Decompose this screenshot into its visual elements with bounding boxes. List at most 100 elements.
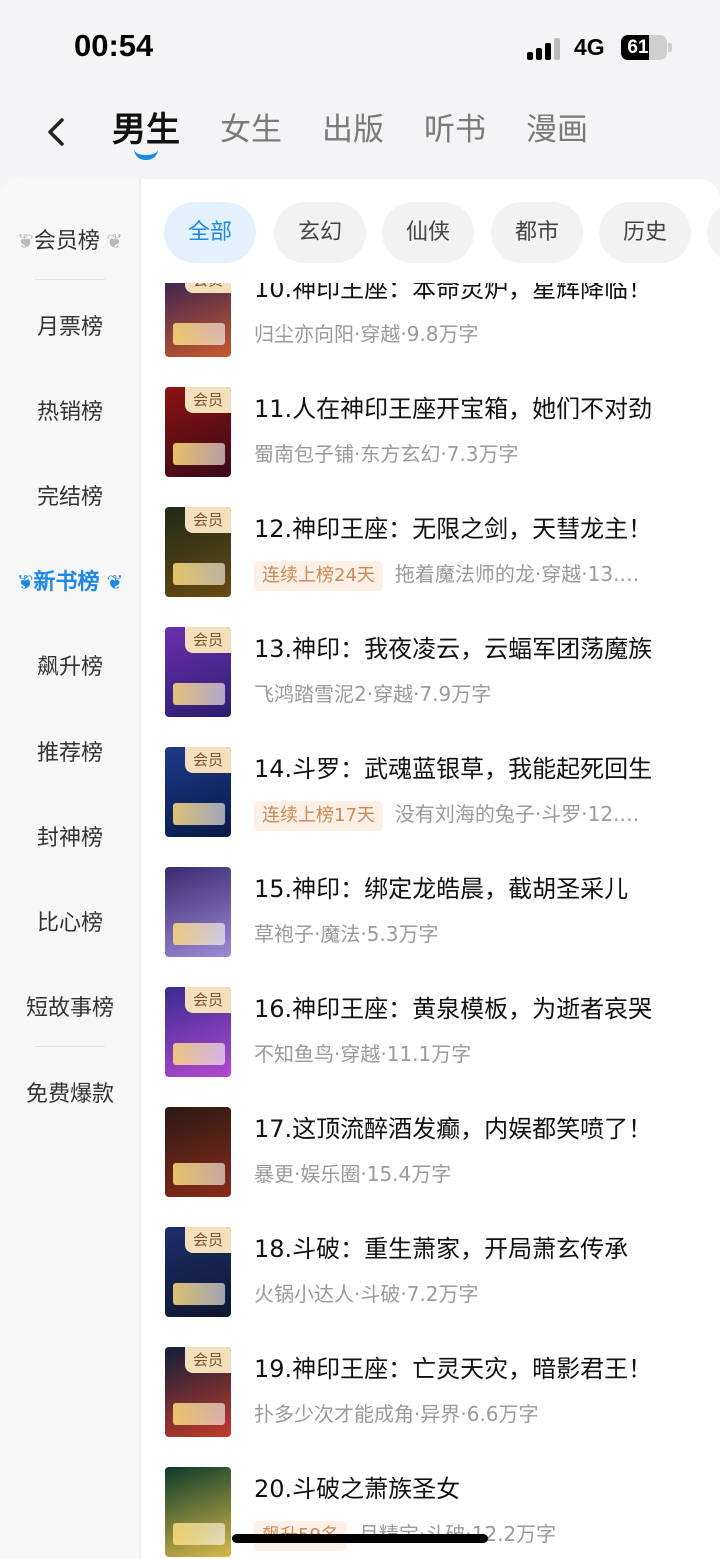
- book-cover[interactable]: [165, 1467, 231, 1557]
- member-badge: 会员: [185, 387, 231, 413]
- book-meta: 连续上榜17天 没有刘海的兔子·斗罗·12.…: [254, 798, 714, 831]
- book-cover[interactable]: 会员: [165, 387, 231, 477]
- book-meta-text: 蜀南包子铺·东方玄幻·7.3万字: [254, 442, 519, 466]
- book-item[interactable]: 会员 14.斗罗：武魂蓝银草，我能起死回生 连续上榜17天 没有刘海的兔子·斗罗·12…: [141, 747, 720, 867]
- sidebar-item-1[interactable]: 月票榜: [0, 309, 140, 341]
- book-title: 11.人在神印王座开宝箱，她们不对劲: [254, 395, 653, 423]
- sidebar-item-4[interactable]: ❦ 新书榜 ❦: [0, 564, 140, 596]
- book-item[interactable]: 会员 11.人在神印王座开宝箱，她们不对劲蜀南包子铺·东方玄幻·7.3万字: [141, 387, 720, 507]
- home-indicator[interactable]: [232, 1534, 488, 1543]
- battery-icon: 61: [621, 35, 667, 60]
- book-meta-text: 飞鸿踏雪泥2·穿越·7.9万字: [254, 682, 492, 706]
- status-time: 00:54: [74, 28, 154, 63]
- sidebar-divider: [35, 1046, 105, 1047]
- book-item[interactable]: 会员 13.神印：我夜凌云，云蝠军团荡魔族飞鸿踏雪泥2·穿越·7.9万字: [141, 627, 720, 747]
- sidebar-item-9[interactable]: 短故事榜: [0, 990, 140, 1022]
- tab-3[interactable]: 听书: [424, 108, 486, 160]
- sidebar-item-label: 推荐榜: [36, 741, 103, 766]
- sidebar-item-3[interactable]: 完结榜: [0, 479, 140, 511]
- book-meta: 扑多少次才能成角·异界·6.6万字: [254, 1398, 714, 1427]
- sidebar-item-label: 短故事榜: [25, 996, 114, 1021]
- book-cover[interactable]: 会员: [165, 627, 231, 717]
- member-badge: 会员: [185, 747, 231, 773]
- tab-0[interactable]: 男生: [112, 108, 180, 160]
- book-title: 17.这顶流醉酒发癫，内娱都笑喷了！: [254, 1115, 653, 1143]
- sidebar-item-label: 新书榜: [33, 570, 100, 595]
- cover-title-art: [173, 443, 225, 465]
- book-meta: 草袍子·魔法·5.3万字: [254, 918, 714, 947]
- sidebar-item-0[interactable]: ❦ 会员榜 ❦: [0, 223, 140, 255]
- book-meta-text: 草袍子·魔法·5.3万字: [254, 922, 439, 946]
- rank-streak-tag: 连续上榜24天: [254, 560, 383, 591]
- book-item[interactable]: 会员 12.神印王座：无限之剑，天彗龙主！ 连续上榜24天 拖着魔法师的龙·穿越·13…: [141, 507, 720, 627]
- book-meta-text: 暴更·娱乐圈·15.4万字: [254, 1162, 452, 1186]
- genre-chip-1[interactable]: 玄幻: [274, 202, 366, 263]
- book-cover[interactable]: 会员: [165, 283, 231, 357]
- genre-chip-3[interactable]: 都市: [491, 202, 583, 263]
- book-cover[interactable]: 会员: [165, 987, 231, 1077]
- ranking-panel: ❦ 会员榜 ❦ 月票榜热销榜完结榜 ❦ 新书榜 ❦ 飙升榜推荐榜封神榜比心榜短故事榜免…: [0, 179, 720, 1559]
- laurel-left-icon: ❦: [17, 229, 34, 253]
- sidebar-item-6[interactable]: 推荐榜: [0, 735, 140, 767]
- cover-title-art: [173, 1523, 225, 1545]
- sidebar-item-label: 免费爆款: [25, 1082, 114, 1107]
- sidebar-item-7[interactable]: 封神榜: [0, 820, 140, 852]
- sidebar-item-label: 飙升榜: [36, 655, 103, 680]
- sidebar-item-5[interactable]: 飙升榜: [0, 649, 140, 681]
- back-button[interactable]: [38, 112, 78, 152]
- book-title: 14.斗罗：武魂蓝银草，我能起死回生: [254, 755, 653, 783]
- book-item[interactable]: 17.这顶流醉酒发癫，内娱都笑喷了！ 暴更·娱乐圈·15.4万字: [141, 1107, 720, 1227]
- member-badge: 会员: [185, 507, 231, 533]
- laurel-right-icon: ❦: [99, 229, 123, 253]
- rank-streak-tag: 连续上榜17天: [254, 800, 383, 831]
- book-cover[interactable]: [165, 1107, 231, 1197]
- cover-title-art: [173, 1283, 225, 1305]
- book-title: 20.斗破之萧族圣女: [254, 1475, 461, 1503]
- top-nav: 男生 女生 出版 听书 漫画: [0, 100, 720, 170]
- book-item[interactable]: 会员 19.神印王座：亡灵天灾，暗影君王！ 扑多少次才能成角·异界·6.6万字: [141, 1347, 720, 1467]
- tab-4[interactable]: 漫画: [526, 108, 588, 160]
- book-title: 19.神印王座：亡灵天灾，暗影君王！: [254, 1355, 653, 1383]
- sidebar-item-2[interactable]: 热销榜: [0, 394, 140, 426]
- book-meta-text: 归尘亦向阳·穿越·9.8万字: [254, 322, 479, 346]
- book-item[interactable]: 会员 10.神印王座：本命灵炉，星辉降临！ 归尘亦向阳·穿越·9.8万字: [141, 283, 720, 387]
- book-meta: 连续上榜24天 拖着魔法师的龙·穿越·13.…: [254, 558, 714, 591]
- genre-chip-0[interactable]: 全部: [164, 202, 256, 263]
- book-meta-text: 不知鱼鸟·穿越·11.1万字: [254, 1042, 472, 1066]
- book-item[interactable]: 15.神印：绑定龙皓晨，截胡圣采儿 草袍子·魔法·5.3万字: [141, 867, 720, 987]
- book-meta-text: 没有刘海的兔子·斗罗·12.…: [394, 802, 640, 826]
- sidebar-item-label: 会员榜: [33, 229, 100, 254]
- sidebar-item-label: 完结榜: [36, 485, 103, 510]
- signal-strength-icon: [527, 38, 563, 60]
- book-title: 12.神印王座：无限之剑，天彗龙主！: [254, 515, 653, 543]
- genre-chip-more[interactable]: [707, 202, 720, 263]
- cover-title-art: [173, 683, 225, 705]
- genre-chip-4[interactable]: 历史: [599, 202, 691, 263]
- laurel-right-icon: ❦: [99, 570, 124, 594]
- book-cover[interactable]: 会员: [165, 1347, 231, 1437]
- book-cover[interactable]: 会员: [165, 747, 231, 837]
- sidebar-item-8[interactable]: 比心榜: [0, 905, 140, 937]
- cover-title-art: [173, 803, 225, 825]
- book-cover[interactable]: 会员: [165, 1227, 231, 1317]
- member-badge: 会员: [185, 627, 231, 653]
- cover-title-art: [173, 1403, 225, 1425]
- book-item[interactable]: 会员 18.斗破：重生萧家，开局萧玄传承 火锅小达人·斗破·7.2万字: [141, 1227, 720, 1347]
- cover-title-art: [173, 923, 225, 945]
- book-cover[interactable]: [165, 867, 231, 957]
- genre-chip-2[interactable]: 仙侠: [382, 202, 474, 263]
- sidebar-item-label: 热销榜: [36, 400, 103, 425]
- sidebar-item-10[interactable]: 免费爆款: [0, 1076, 140, 1108]
- laurel-left-icon: ❦: [16, 570, 34, 594]
- book-title: 13.神印：我夜凌云，云蝠军团荡魔族: [254, 635, 653, 663]
- book-title: 16.神印王座：黄泉模板，为逝者哀哭: [254, 995, 653, 1023]
- book-item[interactable]: 20.斗破之萧族圣女飙升59名月精宝·斗破·12.2万字: [141, 1467, 720, 1559]
- sidebar-divider: [35, 279, 105, 280]
- cover-title-art: [173, 1043, 225, 1065]
- book-meta: 火锅小达人·斗破·7.2万字: [254, 1278, 714, 1307]
- tab-2[interactable]: 出版: [322, 108, 384, 160]
- book-item[interactable]: 会员 16.神印王座：黄泉模板，为逝者哀哭不知鱼鸟·穿越·11.1万字: [141, 987, 720, 1107]
- member-badge: 会员: [185, 1227, 231, 1253]
- tab-1[interactable]: 女生: [220, 108, 282, 160]
- book-cover[interactable]: 会员: [165, 507, 231, 597]
